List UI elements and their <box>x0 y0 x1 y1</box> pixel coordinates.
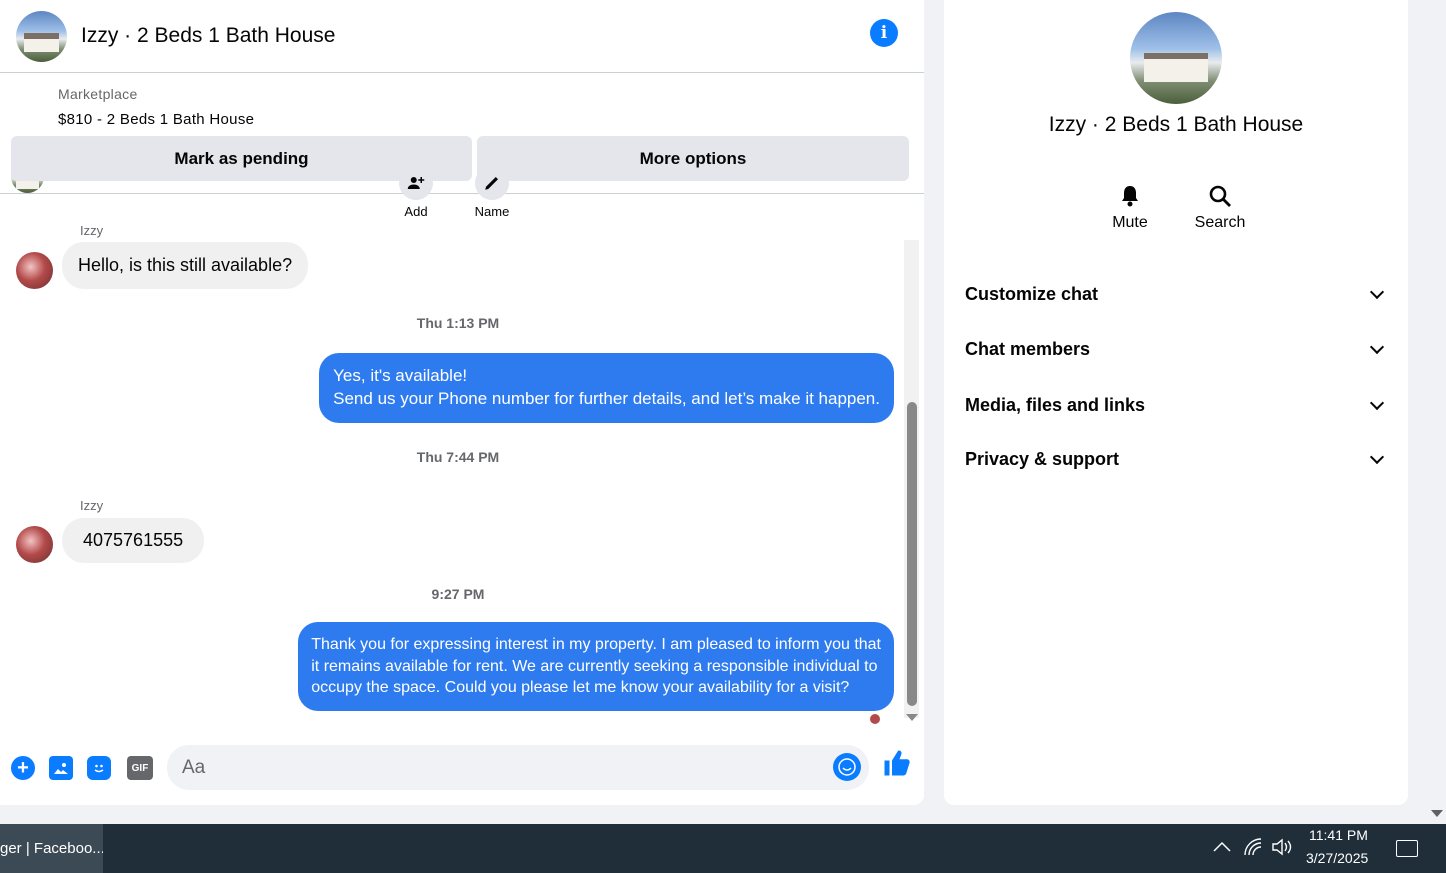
chevron-down-icon <box>1369 284 1385 300</box>
incoming-message[interactable]: 4075761555 <box>62 518 205 563</box>
message-input[interactable] <box>167 745 869 790</box>
chevron-up-icon[interactable] <box>1213 838 1231 858</box>
emoji-icon[interactable] <box>833 753 861 781</box>
name-button[interactable]: Name <box>471 166 513 219</box>
chat-title[interactable]: Izzy · 2 Beds 1 Bath House <box>81 24 335 48</box>
page-scroll-down-arrow[interactable] <box>1431 810 1443 817</box>
incoming-message[interactable]: Hello, is this still available? <box>62 242 309 289</box>
section-label: Media, files and links <box>965 394 1146 415</box>
chat-members-section[interactable]: Chat members <box>965 334 1388 364</box>
marketplace-label: Marketplace <box>58 86 138 102</box>
clock-date[interactable]: 3/27/2025 <box>1306 850 1368 866</box>
search-icon <box>1208 182 1232 210</box>
add-label: Add <box>404 204 428 219</box>
outgoing-message[interactable]: Thank you for expressing interest in my … <box>298 622 894 711</box>
message-line: occupy the space. Could you please let m… <box>311 679 850 697</box>
message-line: Thank you for expressing interest in my … <box>311 636 881 654</box>
message-line: Yes, it's available! <box>333 366 468 386</box>
section-label: Chat members <box>965 338 1091 359</box>
chevron-down-icon <box>1369 449 1385 465</box>
message-line: Send us your Phone number for further de… <box>333 389 880 408</box>
chat-details-panel: Izzy · 2 Beds 1 Bath House Mute Search C… <box>944 0 1408 805</box>
taskbar: ger | Faceboo... 11:41 PM 3/27/2025 <box>0 824 1446 873</box>
plus-icon[interactable]: + <box>11 756 35 780</box>
profile-title: Izzy · 2 Beds 1 Bath House <box>1048 113 1304 136</box>
message-composer: + GIF <box>0 745 924 790</box>
timestamp: Thu 1:13 PM <box>416 315 500 331</box>
mute-button[interactable]: Mute <box>1095 182 1165 232</box>
taskbar-app-messenger[interactable]: ger | Faceboo... <box>0 824 103 873</box>
privacy-support-section[interactable]: Privacy & support <box>965 444 1388 474</box>
wifi-icon[interactable] <box>1243 838 1263 861</box>
search-label: Search <box>1194 214 1246 231</box>
info-icon[interactable]: i <box>870 19 898 47</box>
media-files-links-section[interactable]: Media, files and links <box>965 390 1388 420</box>
gif-icon[interactable]: GIF <box>127 756 153 780</box>
add-button[interactable]: Add <box>395 166 437 219</box>
chevron-down-icon <box>1369 339 1385 355</box>
pencil-icon <box>475 166 509 200</box>
sender-avatar[interactable] <box>16 252 53 289</box>
mute-label: Mute <box>1112 214 1148 231</box>
sender-name: Izzy <box>80 223 104 238</box>
sticker-icon[interactable] <box>87 756 111 780</box>
section-label: Privacy & support <box>965 448 1120 469</box>
scroll-down-arrow[interactable] <box>906 714 918 721</box>
timestamp: 9:27 PM <box>431 586 485 602</box>
outgoing-message[interactable]: Yes, it's available! Send us your Phone … <box>319 353 894 423</box>
marketplace-listing: Marketplace $810 - 2 Beds 1 Bath House M… <box>0 73 924 194</box>
group-actions: Add Name <box>395 166 513 219</box>
chat-header: Izzy · 2 Beds 1 Bath House i <box>0 0 924 73</box>
sender-avatar[interactable] <box>16 526 53 563</box>
listing-title[interactable]: $810 - 2 Beds 1 Bath House <box>58 111 254 128</box>
sender-name: Izzy <box>80 498 104 513</box>
like-icon[interactable] <box>882 748 912 785</box>
photo-icon[interactable] <box>49 756 73 780</box>
bell-icon <box>1119 182 1141 210</box>
profile-avatar[interactable] <box>1130 12 1222 104</box>
more-options-button[interactable]: More options <box>477 136 909 181</box>
seen-indicator <box>870 714 880 724</box>
listing-avatar[interactable] <box>16 10 67 62</box>
customize-chat-section[interactable]: Customize chat <box>965 279 1388 309</box>
message-line: it remains available for rent. We are cu… <box>311 657 878 675</box>
clock-time[interactable]: 11:41 PM <box>1309 827 1368 843</box>
timestamp: Thu 7:44 PM <box>416 449 500 465</box>
chat-panel: Izzy · 2 Beds 1 Bath House i Marketplace… <box>0 0 924 805</box>
scrollbar-thumb[interactable] <box>907 402 917 706</box>
notification-icon[interactable] <box>1396 840 1418 857</box>
search-button[interactable]: Search <box>1185 182 1255 232</box>
name-label: Name <box>474 204 510 219</box>
add-person-icon <box>399 166 433 200</box>
chevron-down-icon <box>1369 395 1385 411</box>
section-label: Customize chat <box>965 283 1099 304</box>
volume-icon[interactable] <box>1271 838 1293 861</box>
